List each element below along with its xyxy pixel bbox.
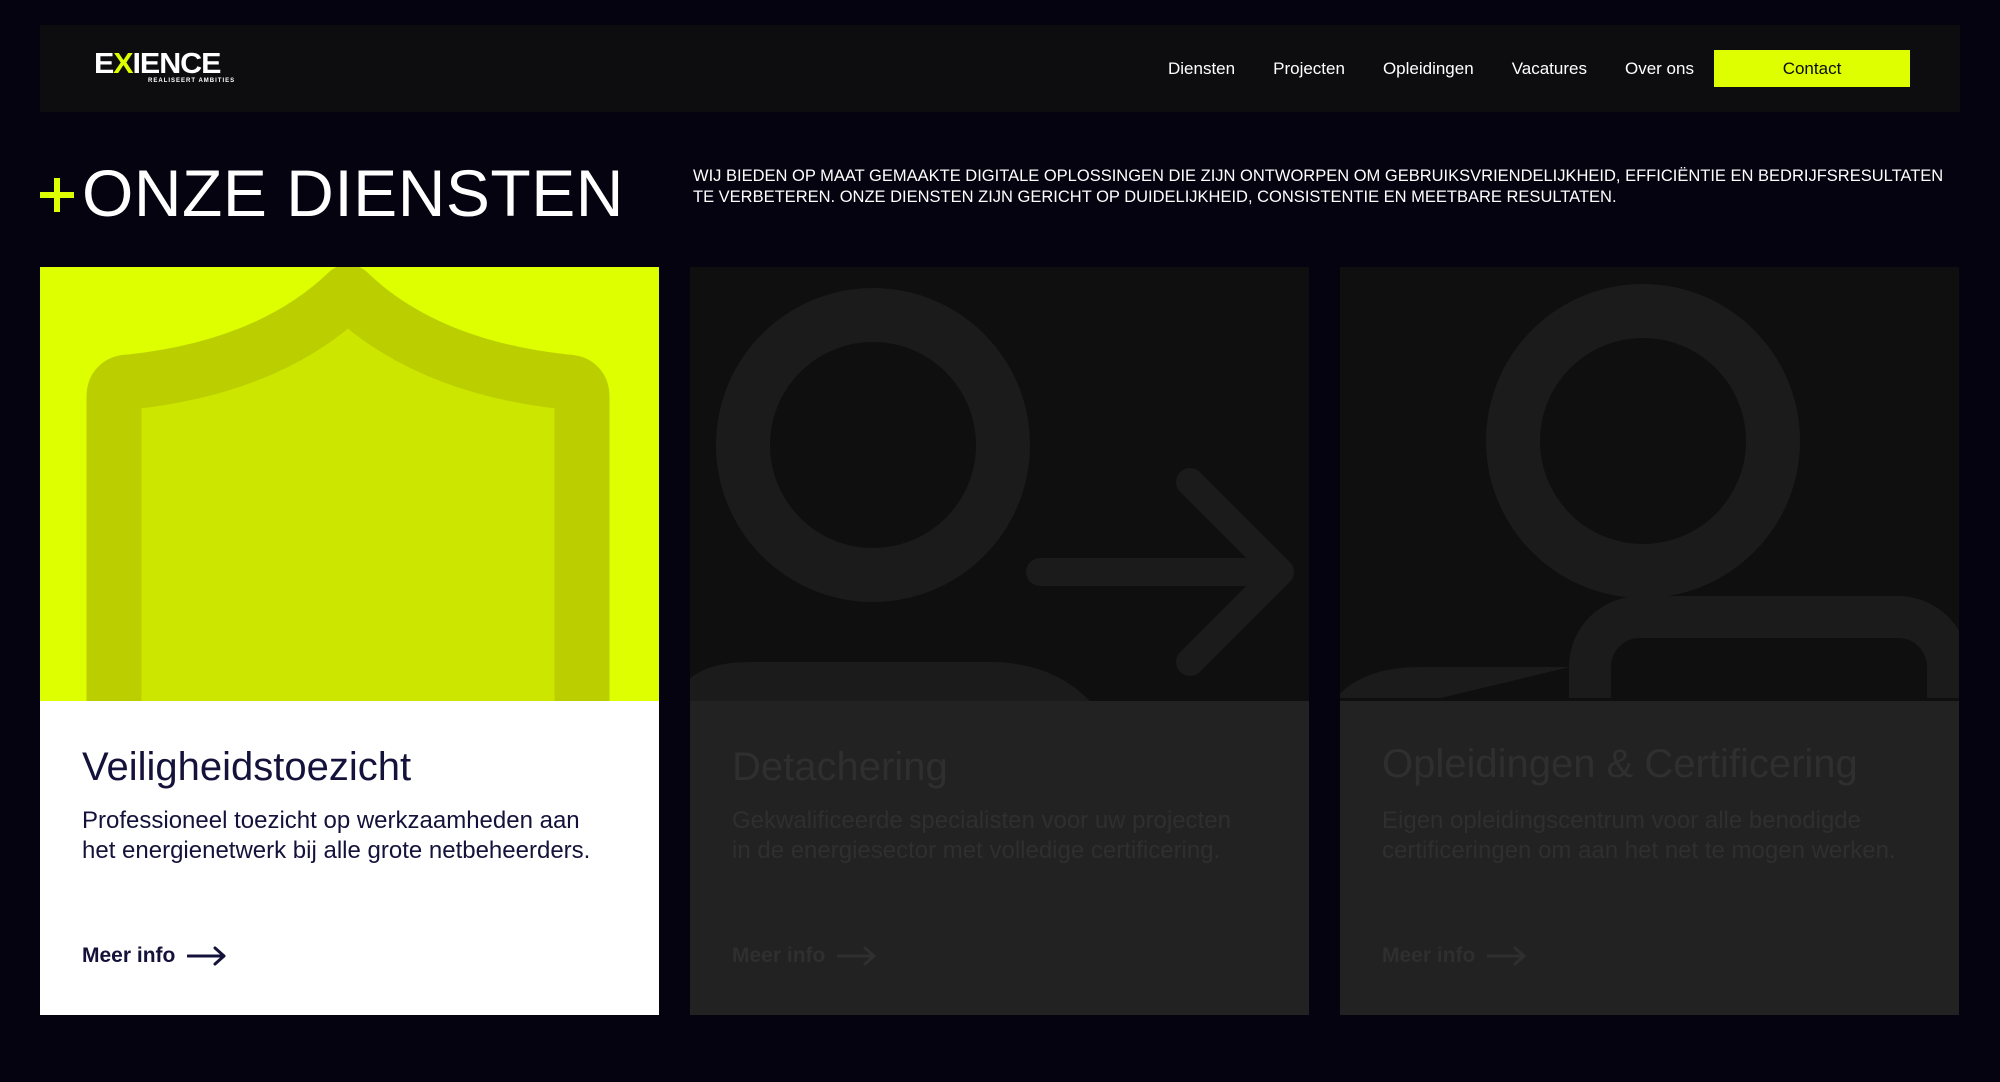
shield-icon — [86, 267, 610, 701]
logo[interactable]: EXIENCE REALISEERT AMBITIES — [94, 50, 244, 87]
logo-tagline: REALISEERT AMBITIES — [148, 78, 236, 84]
service-card-veiligheidstoezicht[interactable]: Veiligheidstoezicht Professioneel toezic… — [40, 267, 659, 1015]
nav-link-vacatures[interactable]: Vacatures — [1512, 59, 1587, 79]
card-media — [1340, 267, 1959, 701]
meer-info-label: Meer info — [82, 944, 176, 967]
arrow-right-icon — [187, 946, 226, 966]
logo-wordmark: EXIENCE — [94, 48, 221, 80]
card-title: Detachering — [732, 745, 948, 789]
page: EXIENCE REALISEERT AMBITIES Diensten Pro… — [0, 0, 2000, 1082]
plus-icon — [40, 177, 76, 213]
service-card-detachering[interactable]: Detachering Gekwalificeerde specialisten… — [690, 267, 1309, 1015]
meer-info-link[interactable]: Meer info — [1382, 944, 1527, 968]
nav-link-opleidingen[interactable]: Opleidingen — [1383, 59, 1474, 79]
meer-info-link[interactable]: Meer info — [82, 944, 227, 968]
top-navigation: EXIENCE REALISEERT AMBITIES Diensten Pro… — [40, 25, 1960, 112]
meer-info-link[interactable]: Meer info — [732, 944, 877, 968]
service-card-opleidingen-certificering[interactable]: Opleidingen & Certificering Eigen opleid… — [1340, 267, 1959, 1015]
card-description: Professioneel toezicht op werkzaamheden … — [82, 807, 591, 864]
page-title: ONZE DIENSTEN — [82, 156, 624, 230]
card-media — [690, 267, 1309, 701]
meer-info-label: Meer info — [1382, 944, 1476, 967]
user-badge-icon — [1340, 284, 1959, 698]
contact-button[interactable]: Contact — [1714, 50, 1910, 87]
arrow-right-icon — [837, 946, 876, 966]
card-media — [40, 267, 659, 701]
card-description: Gekwalificeerde specialisten voor uw pro… — [732, 807, 1231, 864]
card-description: Eigen opleidingscentrum voor alle benodi… — [1382, 807, 1896, 864]
nav-link-diensten[interactable]: Diensten — [1168, 59, 1235, 79]
meer-info-label: Meer info — [732, 944, 826, 967]
nav-link-projecten[interactable]: Projecten — [1273, 59, 1345, 79]
card-title: Veiligheidstoezicht — [82, 745, 412, 789]
nav-link-over-ons[interactable]: Over ons — [1625, 59, 1694, 79]
section-intro: Wij bieden op maat gemaakte digitale opl… — [693, 167, 1944, 206]
section-heading: ONZE DIENSTEN — [40, 153, 624, 233]
card-title: Opleidingen & Certificering — [1382, 742, 1858, 786]
nav-links: Diensten Projecten Opleidingen Vacatures… — [1168, 25, 1694, 112]
arrow-right-icon — [1487, 946, 1526, 966]
user-arrow-icon — [690, 288, 1294, 701]
